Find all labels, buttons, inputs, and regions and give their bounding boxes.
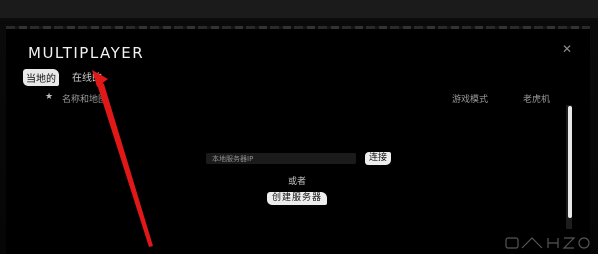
scrollbar-thumb[interactable]	[568, 106, 572, 218]
or-label: 或者	[288, 177, 307, 187]
top-band	[0, 0, 598, 18]
game-screen: MULTIPLAYER ✕ 当地的 在线的 ★ 名称和地图 游戏模式 老虎机 连…	[0, 0, 598, 254]
column-header-name[interactable]: 名称和地图	[62, 92, 107, 105]
tab-online[interactable]: 在线的	[72, 69, 102, 84]
window-title: MULTIPLAYER	[28, 44, 145, 62]
star-icon[interactable]: ★	[45, 92, 53, 102]
connect-button[interactable]: 连接	[365, 152, 392, 165]
tab-local[interactable]: 当地的	[23, 69, 59, 86]
column-header-mode[interactable]: 游戏模式	[452, 92, 488, 105]
close-icon[interactable]: ✕	[562, 42, 572, 56]
create-server-button[interactable]: 创建服务器	[267, 192, 328, 205]
column-header-slots[interactable]: 老虎机	[523, 92, 550, 105]
server-ip-input[interactable]	[206, 153, 356, 164]
